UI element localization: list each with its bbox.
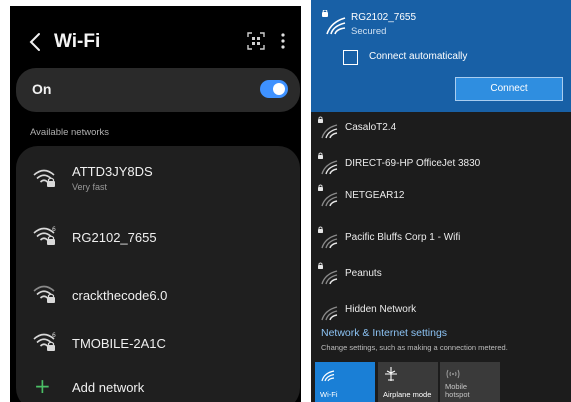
- tile-label: Wi-Fi: [320, 390, 338, 399]
- network-list: ATTD3JY8DS Very fast 6 RG2102_7655 crack…: [16, 146, 300, 402]
- add-network-button[interactable]: + Add network: [16, 368, 300, 402]
- network-name: TMOBILE-2A1C: [72, 336, 166, 351]
- mobile-hotspot-tile[interactable]: Mobile hotspot: [440, 362, 500, 402]
- network-name: Hidden Network: [345, 304, 417, 315]
- qr-scan-icon: [247, 32, 265, 50]
- available-networks-heading: Available networks: [30, 127, 110, 138]
- network-item-rg2102-7655[interactable]: 6 RG2102_7655: [16, 210, 300, 266]
- network-item-peanuts[interactable]: Peanuts: [311, 258, 571, 294]
- network-name: ATTD3JY8DS: [72, 164, 153, 179]
- wifi-secured-icon: [318, 184, 338, 207]
- airplane-icon: [385, 367, 397, 381]
- wifi-icon: [321, 370, 335, 382]
- connect-automatically-label: Connect automatically: [369, 51, 468, 62]
- selected-network-name: RG2102_7655: [351, 12, 417, 23]
- wifi-toggle-label: On: [32, 81, 52, 97]
- network-item-direct-69-hp[interactable]: DIRECT-69-HP OfficeJet 3830: [311, 148, 571, 184]
- wifi-secured-icon: [318, 152, 338, 175]
- phone-wifi-screen: Wi-Fi On Available networks ATTD3JY8DS V…: [10, 6, 301, 402]
- more-options-button[interactable]: [277, 31, 289, 51]
- network-name: DIRECT-69-HP OfficeJet 3830: [345, 158, 481, 169]
- network-speed: Very fast: [72, 182, 108, 192]
- wifi-toggle-row[interactable]: On: [16, 68, 300, 112]
- chevron-left-icon: [29, 33, 40, 51]
- network-item-attd3jy8ds[interactable]: ATTD3JY8DS Very fast: [16, 152, 300, 208]
- network-settings-description: Change settings, such as making a connec…: [321, 343, 508, 352]
- wifi-secured-icon: [318, 262, 338, 285]
- network-name: Peanuts: [345, 268, 382, 279]
- network-item-netgear12[interactable]: NETGEAR12: [311, 180, 571, 216]
- plus-icon: +: [34, 374, 51, 398]
- svg-text:6: 6: [52, 226, 56, 233]
- qr-scan-button[interactable]: [247, 32, 265, 50]
- wifi-secured-icon: [318, 226, 338, 249]
- wifi-lock-icon: [33, 169, 55, 187]
- network-item-hidden[interactable]: Hidden Network: [311, 294, 571, 330]
- network-name: Pacific Bluffs Corp 1 - Wifi: [345, 232, 461, 243]
- svg-text:6: 6: [52, 332, 56, 339]
- more-vertical-icon: [281, 33, 285, 49]
- page-title: Wi-Fi: [54, 31, 101, 52]
- wifi-secured-icon: [318, 116, 338, 139]
- back-button[interactable]: [28, 30, 48, 54]
- network-item-tmobile-2a1c[interactable]: 6 TMOBILE-2A1C: [16, 316, 300, 372]
- wifi-tile[interactable]: Wi-Fi: [315, 362, 375, 402]
- wifi-icon: [321, 306, 338, 321]
- selected-network-panel[interactable]: RG2102_7655 Secured Connect automaticall…: [311, 0, 571, 112]
- network-name: crackthecode6.0: [72, 288, 168, 303]
- phone-header: Wi-Fi: [10, 28, 301, 58]
- checkbox-box[interactable]: [343, 50, 358, 65]
- network-item-casalot2-4[interactable]: CasaloT2.4: [311, 112, 571, 148]
- toggle-knob: [273, 83, 285, 95]
- windows-wifi-flyout: RG2102_7655 Secured Connect automaticall…: [311, 0, 571, 402]
- network-item-pacific-bluffs[interactable]: Pacific Bluffs Corp 1 - Wifi: [311, 222, 571, 258]
- airplane-mode-tile[interactable]: Airplane mode: [378, 362, 438, 402]
- add-network-label: Add network: [72, 380, 145, 395]
- network-name: RG2102_7655: [72, 230, 157, 245]
- tile-label: Airplane mode: [383, 390, 432, 399]
- wifi-6-lock-icon: 6: [33, 226, 56, 245]
- wifi-lock-icon: [33, 285, 55, 303]
- connect-button[interactable]: Connect: [455, 77, 563, 101]
- tile-label: hotspot: [445, 390, 470, 399]
- selected-network-status: Secured: [351, 26, 387, 37]
- network-name: NETGEAR12: [345, 190, 405, 201]
- network-settings-link[interactable]: Network & Internet settings: [321, 327, 447, 339]
- wifi-6-lock-icon: 6: [33, 332, 56, 351]
- wifi-toggle-switch[interactable]: [260, 80, 288, 98]
- network-name: CasaloT2.4: [345, 122, 397, 133]
- wifi-secured-icon: [322, 10, 346, 35]
- hotspot-icon: [446, 369, 460, 379]
